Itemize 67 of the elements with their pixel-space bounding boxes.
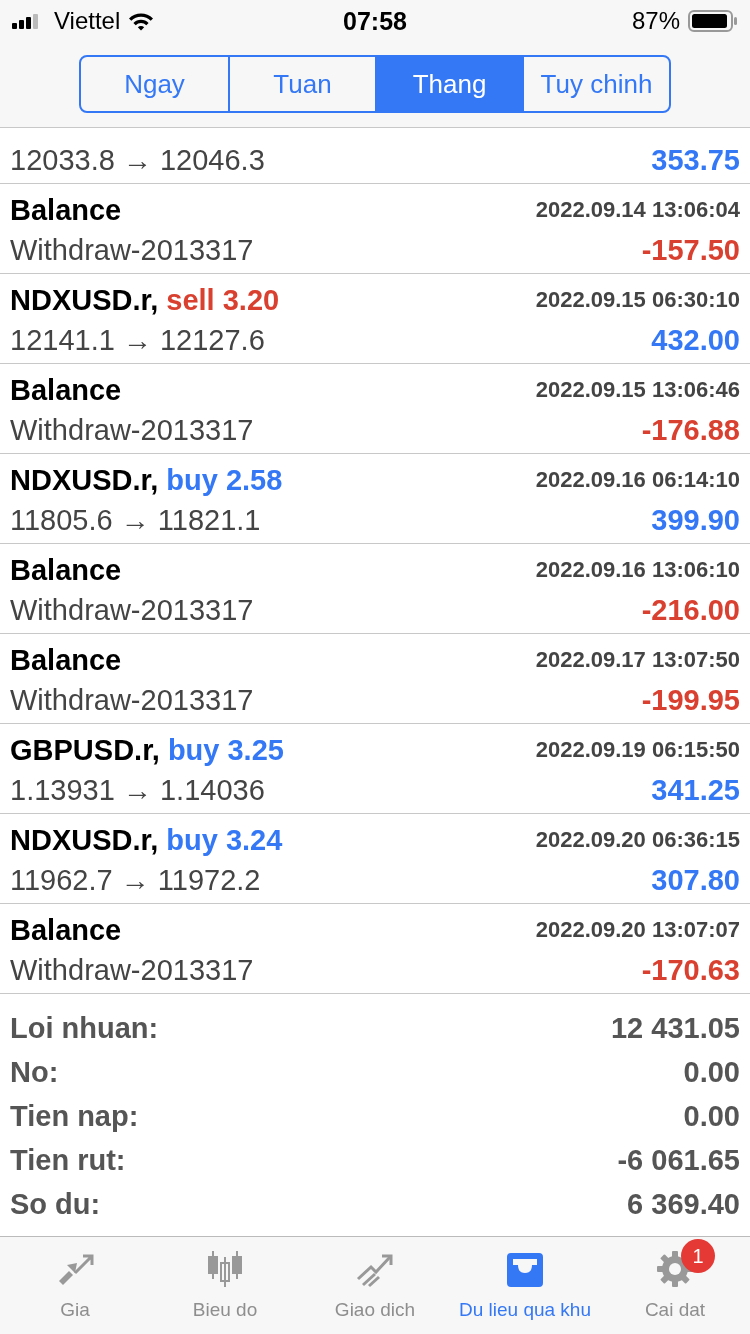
entry-comment: Withdraw-2013317 — [10, 233, 254, 267]
profit-amount: -170.63 — [641, 953, 740, 987]
summary-label: Tien rut: — [10, 1143, 126, 1177]
entry-time: 2022.09.15 13:06:46 — [535, 377, 740, 403]
battery-percent: 87% — [631, 7, 680, 35]
summary-value: -6 061.65 — [617, 1143, 740, 1177]
entry-type: Balance — [10, 193, 122, 227]
symbol-label: NDXUSD.r, — [10, 463, 159, 497]
carrier-name: Viettel — [54, 7, 121, 35]
entry-time: 2022.09.19 06:15:50 — [535, 737, 740, 763]
summary-label: Loi nhuan: — [10, 1011, 159, 1045]
entry-time: 2022.09.14 13:06:04 — [535, 197, 740, 223]
entry-time: 2022.09.20 13:07:07 — [535, 917, 740, 943]
entry-comment: Withdraw-2013317 — [10, 683, 254, 717]
entry-time: 2022.09.17 13:07:50 — [535, 647, 740, 673]
summary-label: No: — [10, 1055, 59, 1089]
price-range: 1.13931 → 1.14036 — [10, 773, 265, 807]
order-label: sell 3.20 — [166, 283, 280, 317]
summary-value: 12 431.05 — [611, 1011, 740, 1045]
profit-amount: -199.95 — [641, 683, 740, 717]
tab-bar-item[interactable]: Du lieu qua khu — [450, 1237, 600, 1334]
order-label: buy 2.58 — [166, 463, 283, 497]
price-range: 11962.7 → 11972.2 — [10, 863, 261, 897]
entry-time: 2022.09.20 06:36:15 — [535, 827, 740, 853]
tab-bar-item[interactable]: Bieu do — [150, 1237, 300, 1334]
profit-amount: -216.00 — [641, 593, 740, 627]
wifi-icon — [128, 11, 155, 31]
profit-amount: 399.90 — [651, 503, 740, 537]
tab-bar-item[interactable]: 1 Cai dat — [600, 1237, 750, 1334]
summary-value: 0.00 — [683, 1055, 740, 1089]
profit-amount: -157.50 — [641, 233, 740, 267]
tab-bar-item[interactable]: Giao dich — [300, 1237, 450, 1334]
entry-comment: Withdraw-2013317 — [10, 593, 254, 627]
entry-type: Balance — [10, 553, 122, 587]
summary-label: So du: — [10, 1187, 101, 1221]
entry-comment: Withdraw-2013317 — [10, 953, 254, 987]
summary-value: 0.00 — [683, 1099, 740, 1133]
summary-value: 6 369.40 — [627, 1187, 740, 1221]
price-range: 12033.8 → 12046.3 — [10, 143, 265, 177]
profit-amount: 432.00 — [651, 323, 740, 357]
profit-amount: 353.75 — [651, 143, 740, 177]
entry-time: 2022.09.16 06:14:10 — [535, 467, 740, 493]
candlestick-icon — [205, 1249, 245, 1289]
entry-comment: Withdraw-2013317 — [10, 413, 254, 447]
symbol-label: GBPUSD.r, — [10, 733, 160, 767]
symbol-label: NDXUSD.r, — [10, 283, 159, 317]
profit-amount: 341.25 — [651, 773, 740, 807]
profit-amount: -176.88 — [641, 413, 740, 447]
entry-time: 2022.09.15 06:30:10 — [535, 287, 740, 313]
entry-time: 2022.09.16 13:06:10 — [535, 557, 740, 583]
period-tab[interactable]: Ngay — [81, 57, 228, 111]
entry-type: Balance — [10, 643, 122, 677]
entry-type: Balance — [10, 913, 122, 947]
profit-amount: 307.80 — [651, 863, 740, 897]
period-tab[interactable]: Tuy chinh — [522, 57, 669, 111]
notification-badge: 1 — [681, 1239, 715, 1273]
symbol-label: NDXUSD.r, — [10, 823, 159, 857]
price-range: 12141.1 → 12127.6 — [10, 323, 265, 357]
order-label: buy 3.25 — [167, 733, 284, 767]
order-label: buy 3.24 — [166, 823, 283, 857]
battery-icon — [688, 10, 738, 32]
clock-time: 07:58 — [343, 6, 407, 36]
period-tab[interactable]: Thang — [375, 57, 522, 111]
tab-bar-item[interactable]: Gia — [0, 1237, 150, 1334]
entry-type: Balance — [10, 373, 122, 407]
price-range: 11805.6 → 11821.1 — [10, 503, 261, 537]
summary-label: Tien nap: — [10, 1099, 139, 1133]
